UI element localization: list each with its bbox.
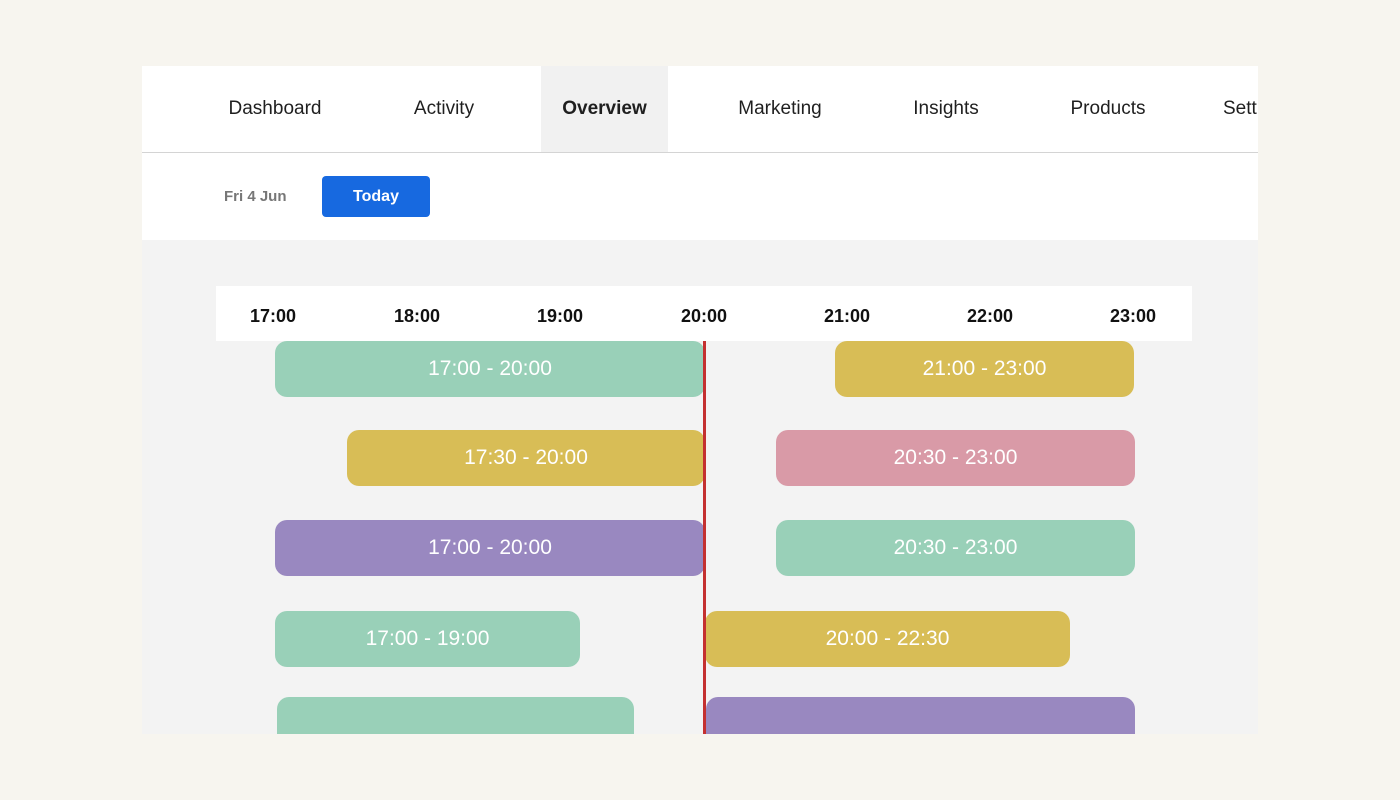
event-block[interactable] xyxy=(706,697,1135,734)
event-block[interactable]: 17:00 - 20:00 xyxy=(275,520,705,576)
hour-label: 21:00 xyxy=(823,306,871,326)
today-button[interactable]: Today xyxy=(322,176,430,217)
tab-marketing[interactable]: Marketing xyxy=(710,66,850,152)
hour-label: 20:00 xyxy=(680,306,728,326)
hour-label: 17:00 xyxy=(249,306,297,326)
schedule-card: Dashboard Activity Overview Marketing In… xyxy=(142,66,1258,734)
current-date: Fri 4 Jun xyxy=(224,188,287,205)
top-navigation: Dashboard Activity Overview Marketing In… xyxy=(142,66,1258,153)
tab-settings[interactable]: Sett xyxy=(1210,66,1258,152)
event-block[interactable]: 17:00 - 20:00 xyxy=(275,341,705,397)
tab-products[interactable]: Products xyxy=(1042,66,1174,152)
event-block[interactable] xyxy=(277,697,634,734)
tab-dashboard[interactable]: Dashboard xyxy=(202,66,348,152)
event-block[interactable]: 20:30 - 23:00 xyxy=(776,430,1135,486)
tab-activity[interactable]: Activity xyxy=(382,66,506,152)
hour-label: 19:00 xyxy=(536,306,584,326)
event-block[interactable]: 17:30 - 20:00 xyxy=(347,430,705,486)
current-time-indicator xyxy=(703,341,706,734)
hour-label: 18:00 xyxy=(393,306,441,326)
event-block[interactable]: 17:00 - 19:00 xyxy=(275,611,580,667)
tab-insights[interactable]: Insights xyxy=(887,66,1005,152)
hour-label: 23:00 xyxy=(1109,306,1157,326)
event-block[interactable]: 21:00 - 23:00 xyxy=(835,341,1134,397)
hour-label: 22:00 xyxy=(966,306,1014,326)
event-block[interactable]: 20:00 - 22:30 xyxy=(705,611,1070,667)
event-block[interactable]: 20:30 - 23:00 xyxy=(776,520,1135,576)
date-toolbar xyxy=(142,153,1258,240)
tab-overview[interactable]: Overview xyxy=(541,66,668,152)
time-header: 17:00 18:00 19:00 20:00 21:00 22:00 23:0… xyxy=(216,286,1192,341)
